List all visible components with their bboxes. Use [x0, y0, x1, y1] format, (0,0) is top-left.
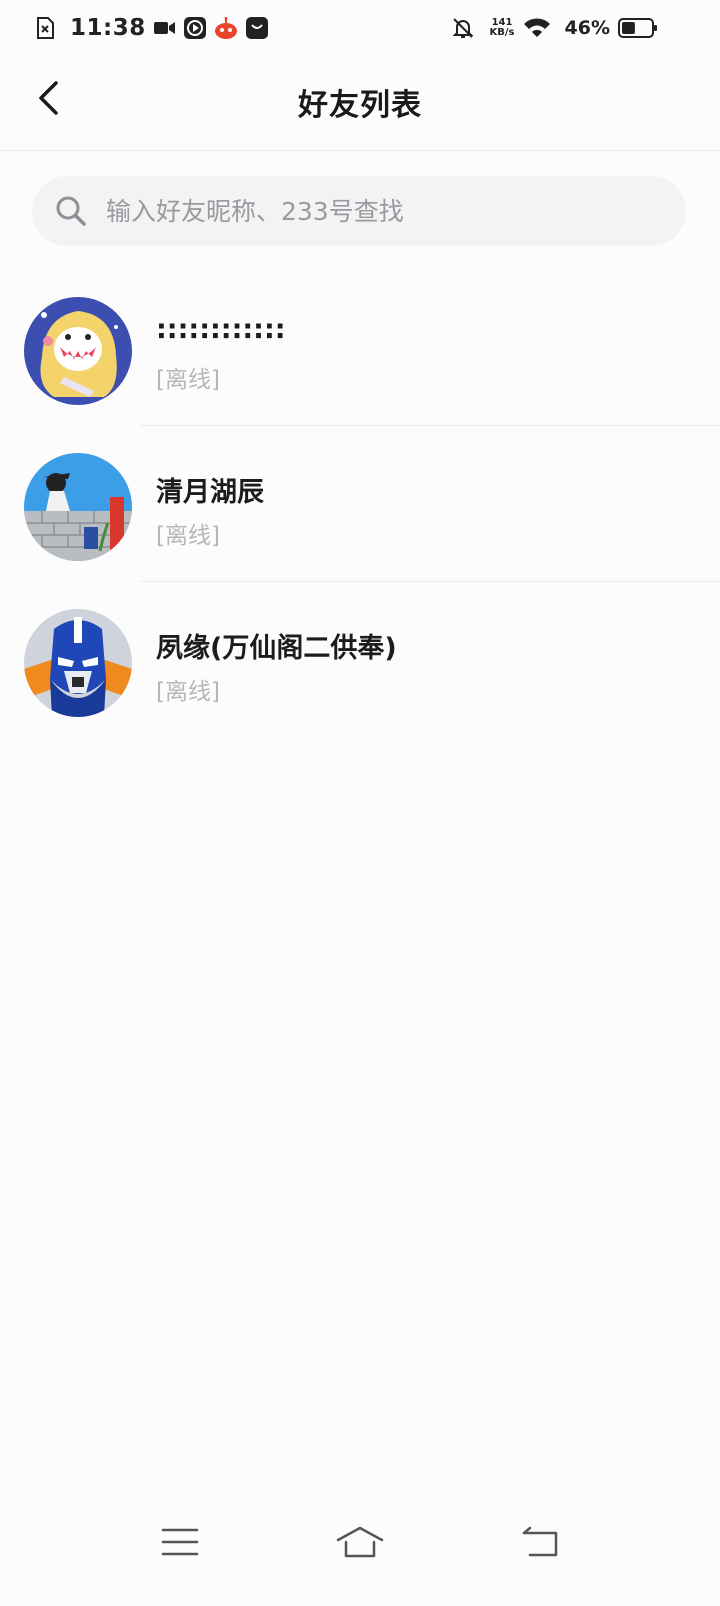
search-icon — [54, 194, 88, 228]
system-back-button[interactable] — [510, 1524, 570, 1564]
wall-scene-avatar-icon — [24, 453, 132, 561]
status-time: 11:38 — [70, 15, 146, 41]
search-box[interactable] — [32, 176, 686, 246]
home-button[interactable] — [330, 1524, 390, 1564]
battery-percent: 46% — [564, 17, 610, 39]
page-title: 好友列表 — [298, 88, 422, 123]
friend-status: [离线] — [156, 523, 220, 549]
friend-status: [离线] — [156, 367, 220, 393]
play-icon — [183, 17, 206, 39]
battery-icon — [618, 17, 658, 39]
status-bar-right: 141 KB/s 46% — [452, 14, 666, 42]
bag-icon — [245, 17, 268, 39]
friend-status: [离线] — [156, 679, 220, 705]
friend-name: 夙缘(万仙阁二供奉) — [156, 633, 397, 664]
header: 好友列表 — [0, 56, 720, 151]
home-icon — [335, 1525, 385, 1563]
robot-avatar-icon — [24, 609, 132, 717]
avatar — [24, 453, 132, 561]
wifi-icon — [523, 17, 551, 39]
system-nav-bar — [0, 1510, 720, 1606]
search-input[interactable] — [104, 195, 668, 227]
menu-icon — [161, 1527, 199, 1561]
menu-button[interactable] — [150, 1524, 210, 1564]
friend-name: 清月湖辰 — [156, 477, 264, 508]
friend-name: :::::::::::: — [156, 314, 286, 345]
status-bar: 11:38 141 KB/s 46% — [0, 0, 720, 56]
friend-list-item[interactable]: 夙缘(万仙阁二供奉) [离线] — [0, 582, 720, 738]
friend-list-item[interactable]: 清月湖辰 [离线] — [0, 426, 720, 582]
app-icon — [214, 17, 238, 39]
video-icon — [153, 20, 176, 36]
anime-girl-avatar-icon — [24, 297, 132, 405]
friend-list: :::::::::::: [离线] 清月湖辰 [离线] 夙缘(万仙阁二供奉) [… — [0, 270, 720, 738]
battery-fill — [622, 22, 635, 34]
bell-off-icon — [452, 17, 474, 39]
net-speed: 141 KB/s — [490, 18, 515, 38]
net-speed-unit: KB/s — [489, 27, 515, 38]
friend-list-item[interactable]: :::::::::::: [离线] — [0, 270, 720, 426]
status-bar-left: 11:38 — [36, 14, 276, 42]
back-icon — [520, 1525, 560, 1563]
avatar — [24, 609, 132, 717]
sim-missing-icon — [36, 17, 54, 39]
avatar — [24, 297, 132, 405]
